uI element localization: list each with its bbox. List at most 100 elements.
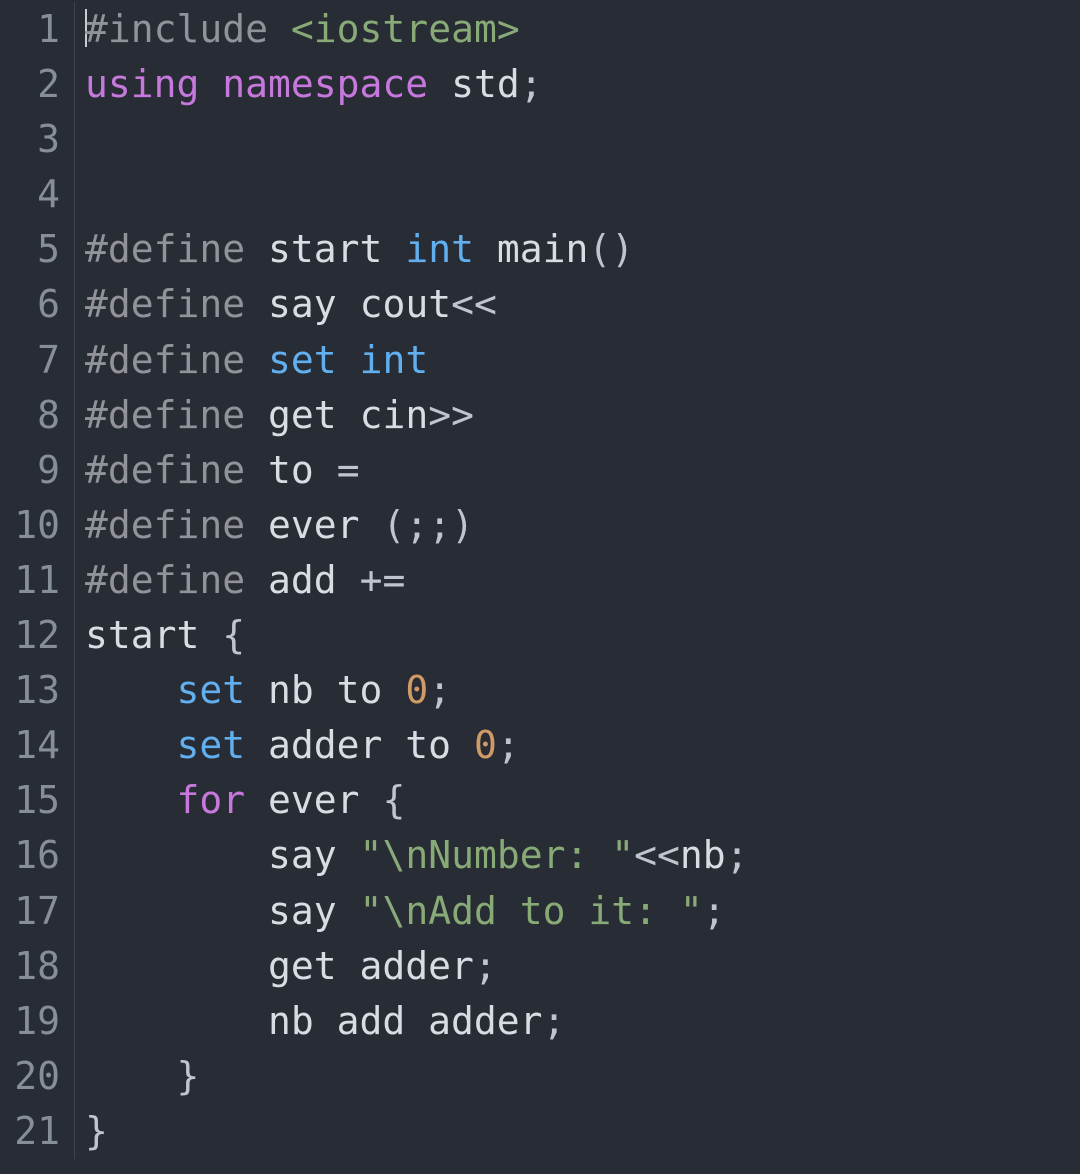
line-number: 5 bbox=[0, 222, 75, 277]
line-number: 16 bbox=[0, 828, 75, 883]
token: nb to bbox=[245, 668, 405, 712]
code-line[interactable]: 13 set nb to 0; bbox=[0, 663, 1080, 718]
code-content[interactable]: #include <iostream> bbox=[75, 2, 520, 57]
token bbox=[337, 338, 360, 382]
code-line[interactable]: 12start { bbox=[0, 608, 1080, 663]
token: define bbox=[108, 448, 268, 492]
token bbox=[474, 227, 497, 271]
token: << bbox=[634, 833, 680, 877]
token: # bbox=[85, 558, 108, 602]
token: ; bbox=[520, 62, 543, 106]
token: # bbox=[85, 393, 108, 437]
line-number: 20 bbox=[0, 1049, 75, 1104]
code-content[interactable]: } bbox=[75, 1104, 108, 1159]
token: start bbox=[268, 227, 405, 271]
code-content[interactable]: start { bbox=[75, 608, 245, 663]
token: ; bbox=[428, 668, 451, 712]
token: # bbox=[85, 338, 108, 382]
code-line[interactable]: 15 for ever { bbox=[0, 773, 1080, 828]
code-content[interactable]: set nb to 0; bbox=[75, 663, 451, 718]
code-line[interactable]: 10#define ever (;;) bbox=[0, 498, 1080, 553]
token: int bbox=[360, 338, 429, 382]
code-line[interactable]: 8#define get cin>> bbox=[0, 388, 1080, 443]
token: # bbox=[85, 282, 108, 326]
code-content[interactable]: set adder to 0; bbox=[75, 718, 520, 773]
code-line[interactable]: 1#include <iostream> bbox=[0, 2, 1080, 57]
token bbox=[85, 1054, 177, 1098]
code-content[interactable]: #define ever (;;) bbox=[75, 498, 474, 553]
line-number: 4 bbox=[0, 167, 75, 222]
token: include bbox=[108, 7, 291, 51]
token: define bbox=[108, 558, 268, 602]
token: += bbox=[360, 558, 406, 602]
token: to bbox=[268, 448, 337, 492]
code-content[interactable]: using namespace std; bbox=[75, 57, 543, 112]
code-line[interactable]: 4 bbox=[0, 167, 1080, 222]
token: define bbox=[108, 393, 268, 437]
code-content[interactable]: #define add += bbox=[75, 553, 405, 608]
token: define bbox=[108, 503, 268, 547]
line-number: 7 bbox=[0, 333, 75, 388]
token: start bbox=[85, 613, 222, 657]
code-editor[interactable]: 1#include <iostream>2using namespace std… bbox=[0, 0, 1080, 1159]
code-line[interactable]: 7#define set int bbox=[0, 333, 1080, 388]
code-line[interactable]: 2using namespace std; bbox=[0, 57, 1080, 112]
code-content[interactable]: #define to = bbox=[75, 443, 360, 498]
token: say bbox=[268, 282, 360, 326]
token: { bbox=[382, 778, 405, 822]
code-line[interactable]: 11#define add += bbox=[0, 553, 1080, 608]
token: << bbox=[451, 282, 497, 326]
token: } bbox=[85, 1109, 108, 1153]
token: define bbox=[108, 282, 268, 326]
code-content[interactable]: } bbox=[75, 1049, 199, 1104]
line-number: 6 bbox=[0, 277, 75, 332]
token: # bbox=[85, 227, 108, 271]
token: define bbox=[108, 338, 268, 382]
code-line[interactable]: 18 get adder; bbox=[0, 939, 1080, 994]
code-content[interactable]: for ever { bbox=[75, 773, 405, 828]
code-content[interactable]: #define set int bbox=[75, 333, 428, 388]
token: <iostream> bbox=[291, 7, 520, 51]
token: cout bbox=[360, 282, 452, 326]
token: 0 bbox=[474, 723, 497, 767]
line-number: 8 bbox=[0, 388, 75, 443]
code-line[interactable]: 9#define to = bbox=[0, 443, 1080, 498]
code-line[interactable]: 17 say "\nAdd to it: "; bbox=[0, 884, 1080, 939]
token: ; bbox=[497, 723, 520, 767]
token: = bbox=[337, 448, 360, 492]
code-line[interactable]: 19 nb add adder; bbox=[0, 994, 1080, 1049]
code-content[interactable]: get adder; bbox=[75, 939, 497, 994]
code-content[interactable]: #define say cout<< bbox=[75, 277, 497, 332]
code-line[interactable]: 21} bbox=[0, 1104, 1080, 1159]
token bbox=[85, 723, 177, 767]
code-line[interactable]: 5#define start int main() bbox=[0, 222, 1080, 277]
token bbox=[199, 62, 222, 106]
token: " bbox=[360, 889, 383, 933]
token: ; bbox=[474, 944, 497, 988]
code-content[interactable]: #define get cin>> bbox=[75, 388, 474, 443]
token: define bbox=[108, 227, 268, 271]
token: add bbox=[268, 558, 360, 602]
code-content[interactable]: nb add adder; bbox=[75, 994, 565, 1049]
token: # bbox=[85, 7, 108, 51]
code-line[interactable]: 14 set adder to 0; bbox=[0, 718, 1080, 773]
token: ; bbox=[703, 889, 726, 933]
code-content[interactable]: say "\nAdd to it: "; bbox=[75, 884, 726, 939]
token: \n bbox=[382, 833, 428, 877]
code-content[interactable]: say "\nNumber: "<<nb; bbox=[75, 828, 749, 883]
token bbox=[85, 778, 177, 822]
token: ; bbox=[543, 999, 566, 1043]
code-line[interactable]: 3 bbox=[0, 112, 1080, 167]
token bbox=[428, 62, 451, 106]
line-number: 11 bbox=[0, 553, 75, 608]
code-content[interactable]: #define start int main() bbox=[75, 222, 634, 277]
token: } bbox=[177, 1054, 200, 1098]
line-number: 21 bbox=[0, 1104, 75, 1159]
token: get bbox=[268, 393, 360, 437]
token: # bbox=[85, 503, 108, 547]
code-line[interactable]: 16 say "\nNumber: "<<nb; bbox=[0, 828, 1080, 883]
code-line[interactable]: 20 } bbox=[0, 1049, 1080, 1104]
code-line[interactable]: 6#define say cout<< bbox=[0, 277, 1080, 332]
token: Add to it: " bbox=[428, 889, 703, 933]
line-number: 14 bbox=[0, 718, 75, 773]
